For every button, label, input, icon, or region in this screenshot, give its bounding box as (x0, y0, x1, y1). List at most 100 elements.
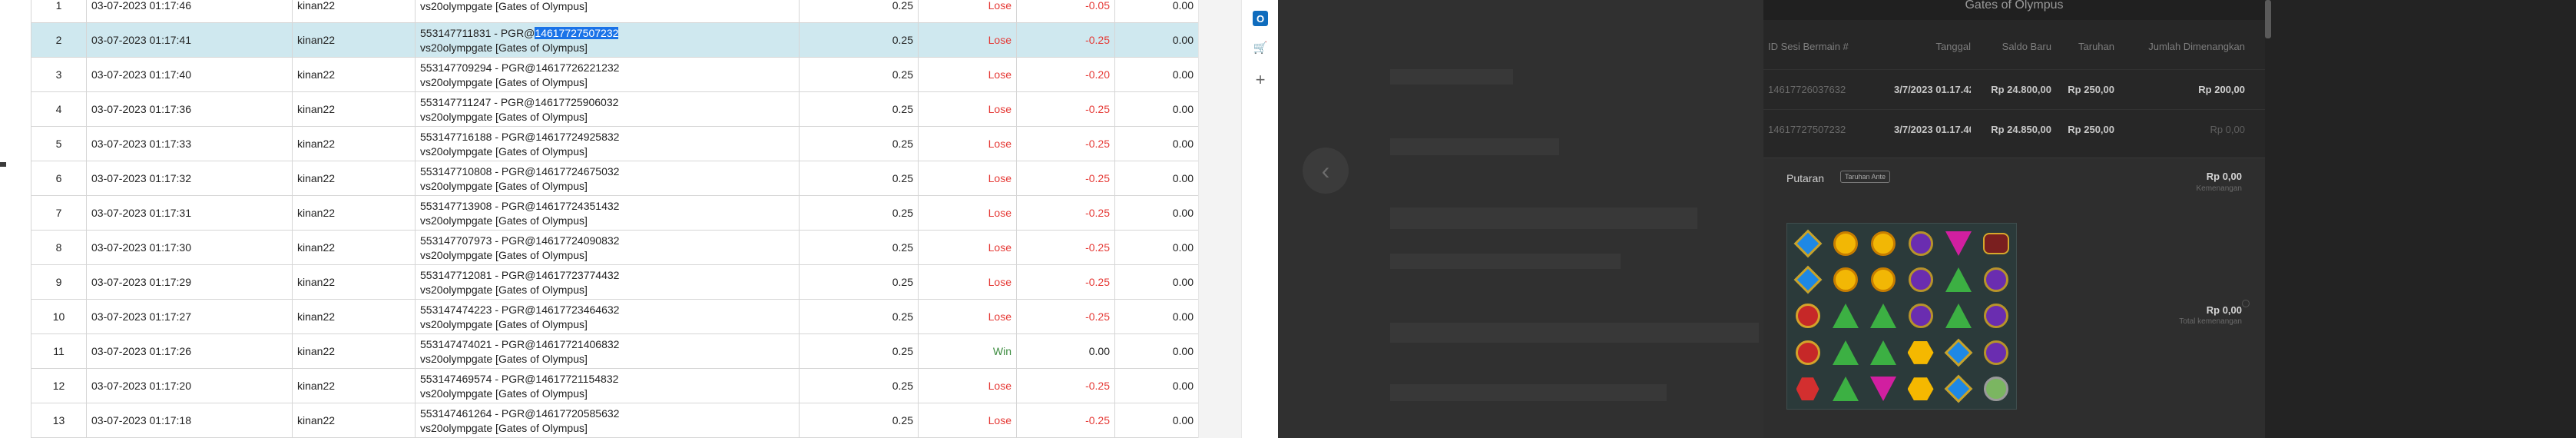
history-row[interactable]: 14617726037632 3/7/2023 01.17.42 Rp 24.800… (1763, 69, 2265, 109)
description-line1[interactable]: 553147716188 - PGR@14617724925832 (420, 130, 794, 144)
shopping-icon[interactable]: 🛒 (1251, 38, 1270, 57)
row-datetime: 03-07-2023 01:17:31 (86, 195, 293, 231)
row-bet: 0.25 (799, 161, 919, 196)
row-bet: 0.25 (799, 368, 919, 403)
row-description: 553147713908 - PGR@14617724351432 vs20oly… (415, 195, 800, 231)
table-row[interactable]: 7 03-07-2023 01:17:31 kinan22 553147713908 … (31, 195, 1199, 231)
row-description: 553147711831 - PGR@14617727507232 vs20oly… (415, 22, 800, 58)
crown-gem-icon (1978, 226, 2014, 260)
game-window: ‹ Gates of Olympus ID Sesi Bermain # Tan… (1278, 0, 2576, 438)
description-line2: vs20olympgate [Gates of Olympus] (420, 387, 588, 400)
table-row[interactable]: 13 03-07-2023 01:17:18 kinan22 553147461264… (31, 403, 1199, 438)
row-bet: 0.25 (799, 195, 919, 231)
row-result: Lose (918, 22, 1017, 58)
row-bet: 0.25 (799, 403, 919, 438)
row-result: Lose (918, 264, 1017, 300)
description-line1[interactable]: 553147474021 - PGR@14617721406832 (420, 337, 794, 352)
description-line1[interactable]: 553147474223 - PGR@14617723464632 (420, 303, 794, 317)
row-extra: 0.00 (1114, 403, 1199, 438)
description-line2: vs20olympgate [Gates of Olympus] (420, 318, 588, 330)
row-winloss: -0.25 (1016, 91, 1115, 127)
description-line2: vs20olympgate [Gates of Olympus] (420, 145, 588, 158)
green-gem-icon (1827, 372, 1863, 406)
description-line1[interactable]: 553147712081 - PGR@14617723774432 (420, 268, 794, 283)
history-row[interactable]: 14617727507232 3/7/2023 01.17.40 Rp 24.850… (1763, 109, 2265, 149)
row-number: 13 (31, 403, 87, 438)
row-description: 553147709294 - PGR@14617726221232 vs20oly… (415, 57, 800, 92)
row-bet: 0.25 (799, 264, 919, 300)
right-backdrop (2265, 0, 2576, 438)
description-line1[interactable]: 553147707973 - PGR@14617724090832 (420, 234, 794, 248)
table-row[interactable]: 3 03-07-2023 01:17:40 kinan22 553147709294 … (31, 57, 1199, 92)
history-id: 14617726037632 (1768, 84, 1846, 95)
description-line2: vs20olympgate [Gates of Olympus] (420, 41, 588, 54)
panel-title: Gates of Olympus (1763, 0, 2265, 20)
table-row[interactable]: 11 03-07-2023 01:17:26 kinan22 553147474021… (31, 333, 1199, 369)
description-line1[interactable]: 553147711831 - PGR@14617727507232 (420, 26, 794, 41)
magenta-gem-icon (1865, 372, 1901, 406)
description-line1[interactable]: 553147709294 - PGR@14617726221232 (420, 61, 794, 75)
left-edge (0, 0, 31, 438)
row-number: 1 (31, 0, 87, 23)
panel-scrollbar[interactable] (2265, 0, 2271, 38)
blue-gem-icon (1790, 262, 1826, 297)
green-gem-icon (1940, 299, 1976, 333)
description-line1[interactable]: 553147461264 - PGR@14617720585632 (420, 406, 794, 421)
table-row[interactable]: 4 03-07-2023 01:17:36 kinan22 553147711247 … (31, 91, 1199, 127)
row-number: 2 (31, 22, 87, 58)
page-scrollbar-area[interactable] (1198, 0, 1241, 438)
yellow-gem-icon (1827, 262, 1863, 297)
table-row[interactable]: 8 03-07-2023 01:17:30 kinan22 553147707973 … (31, 230, 1199, 265)
table-row[interactable]: 10 03-07-2023 01:17:27 kinan22 553147474223… (31, 299, 1199, 334)
table-row[interactable]: 6 03-07-2023 01:17:32 kinan22 553147710808 … (31, 161, 1199, 196)
row-bet: 0.25 (799, 57, 919, 92)
transaction-table: 1 03-07-2023 01:17:46 kinan22 vs20olympgate… (31, 0, 1199, 438)
row-extra: 0.00 (1114, 299, 1199, 334)
yellow-gem-icon (1865, 262, 1901, 297)
description-line2: vs20olympgate [Gates of Olympus] (420, 76, 588, 88)
add-icon[interactable]: + (1251, 70, 1270, 89)
red-gem-icon (1790, 335, 1826, 370)
table-row[interactable]: 1 03-07-2023 01:17:46 kinan22 vs20olympgate… (31, 0, 1199, 23)
row-winloss: -0.25 (1016, 403, 1115, 438)
description-line1[interactable]: 553147710808 - PGR@14617724675032 (420, 164, 794, 179)
row-bet: 0.25 (799, 299, 919, 334)
row-result: Lose (918, 299, 1017, 334)
row-description: 553147716188 - PGR@14617724925832 vs20oly… (415, 126, 800, 161)
header-balance: Saldo Baru (2002, 40, 2051, 52)
table-row[interactable]: 5 03-07-2023 01:17:33 kinan22 553147716188 … (31, 126, 1199, 161)
table-row[interactable]: 12 03-07-2023 01:17:20 kinan22 553147469574… (31, 368, 1199, 403)
row-winloss: -0.25 (1016, 368, 1115, 403)
row-datetime: 03-07-2023 01:17:32 (86, 161, 293, 196)
selected-text-highlight[interactable]: 14617727507232 (535, 27, 619, 39)
reel-grid (1786, 223, 2017, 410)
back-button[interactable]: ‹ (1303, 148, 1349, 194)
blue-gem-icon (1940, 372, 1976, 406)
spin-win-amount: Rp 0,00 (2206, 171, 2242, 182)
row-description: vs20olympgate [Gates of Olympus] (415, 0, 800, 23)
transaction-id-text: 553147709294 - PGR@14617726221232 (420, 61, 620, 74)
table-row[interactable]: 9 03-07-2023 01:17:29 kinan22 553147712081 … (31, 264, 1199, 300)
row-datetime: 03-07-2023 01:17:26 (86, 333, 293, 369)
row-description: 553147711247 - PGR@14617725906032 vs20oly… (415, 91, 800, 127)
row-datetime: 03-07-2023 01:17:40 (86, 57, 293, 92)
table-row[interactable]: 2 03-07-2023 01:17:41 kinan22 553147711831 … (31, 22, 1199, 58)
description-line1[interactable]: 553147469574 - PGR@14617721154832 (420, 372, 794, 387)
description-line1[interactable]: 553147713908 - PGR@14617724351432 (420, 199, 794, 214)
description-line1[interactable]: 553147711247 - PGR@14617725906032 (420, 95, 794, 110)
blue-gem-icon (1940, 335, 1976, 370)
ante-bet-badge: Taruhan Ante (1840, 171, 1891, 183)
description-line2: vs20olympgate [Gates of Olympus] (420, 0, 588, 12)
info-icon[interactable] (2242, 300, 2250, 307)
row-description: 553147474223 - PGR@14617723464632 vs20oly… (415, 299, 800, 334)
row-extra: 0.00 (1114, 161, 1199, 196)
transaction-id-text: 553147712081 - PGR@14617723774432 (420, 269, 620, 281)
total-win-amount: Rp 0,00 (2206, 304, 2242, 316)
row-winloss: -0.05 (1016, 0, 1115, 23)
description-line2: vs20olympgate [Gates of Olympus] (420, 249, 588, 261)
history-header: ID Sesi Bermain # Tanggal Saldo Baru Tar… (1763, 23, 2265, 69)
row-result: Lose (918, 403, 1017, 438)
outlook-icon[interactable]: O (1251, 9, 1270, 28)
row-username: kinan22 (292, 161, 416, 196)
purple-gem-icon (1978, 335, 2014, 370)
